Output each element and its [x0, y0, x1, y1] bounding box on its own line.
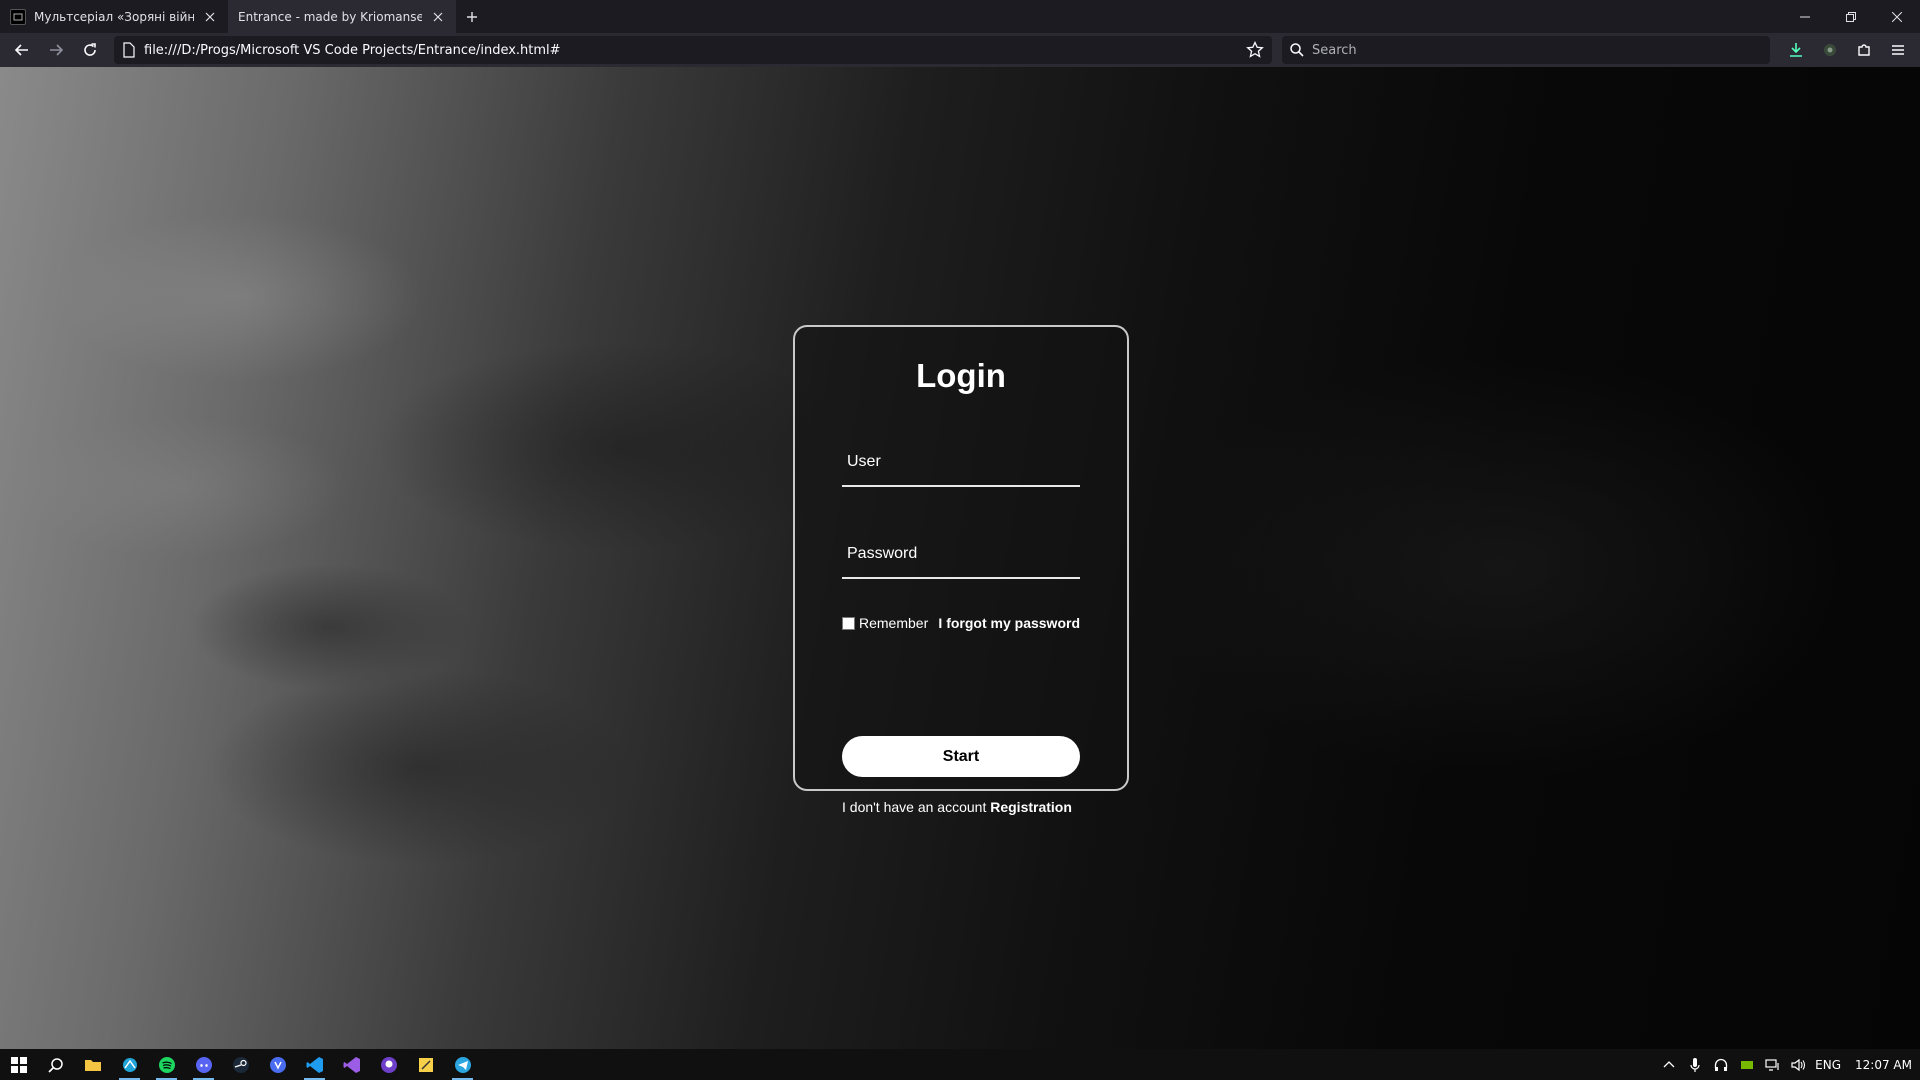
- film-icon: [10, 8, 26, 25]
- browser-icon[interactable]: [111, 1049, 148, 1080]
- language-indicator[interactable]: ENG: [1815, 1058, 1841, 1072]
- page-background: Login User Password Remember I forgot my…: [0, 67, 1920, 1049]
- visual-studio-icon[interactable]: [333, 1049, 370, 1080]
- remember-row: Remember I forgot my password: [842, 613, 1080, 633]
- download-icon: [1790, 43, 1802, 57]
- login-form: Login User Password Remember I forgot my…: [793, 325, 1129, 815]
- chevron-up-icon[interactable]: [1659, 1049, 1679, 1080]
- search-icon[interactable]: [37, 1049, 74, 1080]
- downloads-button[interactable]: [1780, 35, 1812, 65]
- microphone-icon[interactable]: [1685, 1049, 1705, 1080]
- user-field[interactable]: User: [842, 439, 1080, 487]
- close-icon: [1892, 11, 1902, 22]
- github-icon[interactable]: [370, 1049, 407, 1080]
- tab-title: Мультсеріал «Зоряні війни: В: [34, 9, 194, 24]
- tab-title: Entrance - made by Kriomanser2000: [238, 9, 422, 24]
- remember-checkbox[interactable]: [842, 617, 855, 630]
- page-icon: [123, 42, 135, 58]
- clock[interactable]: 12:07 AM: [1855, 1058, 1912, 1072]
- tab-strip: Мультсеріал «Зоряні війни: В Entrance - …: [0, 0, 1920, 33]
- arrow-right-icon: [50, 44, 64, 56]
- windows-start-icon[interactable]: [0, 1049, 37, 1080]
- reload-icon: [84, 43, 96, 56]
- reload-button[interactable]: [74, 35, 106, 65]
- menu-button[interactable]: [1882, 35, 1914, 65]
- user-input[interactable]: [842, 439, 1080, 485]
- tab-star-wars[interactable]: Мультсеріал «Зоряні війни: В: [0, 0, 228, 33]
- taskbar: ENG 12:07 AM: [0, 1049, 1920, 1080]
- login-title: Login: [916, 357, 1006, 394]
- account-button[interactable]: [1814, 35, 1846, 65]
- network-icon[interactable]: [1763, 1049, 1783, 1080]
- extensions-button[interactable]: [1848, 35, 1880, 65]
- restore-button[interactable]: [1828, 0, 1874, 33]
- puzzle-icon: [1858, 44, 1870, 56]
- arrow-left-icon: [14, 44, 28, 56]
- password-input[interactable]: [842, 531, 1080, 577]
- url-bar[interactable]: file:///D:/Progs/Microsoft VS Code Proje…: [114, 36, 1272, 64]
- tab-entrance[interactable]: Entrance - made by Kriomanser2000: [228, 0, 456, 33]
- discord-icon[interactable]: [185, 1049, 222, 1080]
- close-icon[interactable]: [202, 9, 218, 25]
- close-window-button[interactable]: [1874, 0, 1920, 33]
- search-bar[interactable]: Search: [1282, 36, 1770, 64]
- registration-row: I don't have an account Registration: [842, 799, 1080, 815]
- back-button[interactable]: [6, 35, 38, 65]
- spotify-icon[interactable]: [148, 1049, 185, 1080]
- navigation-bar: file:///D:/Progs/Microsoft VS Code Proje…: [0, 33, 1920, 67]
- nvidia-icon[interactable]: [1737, 1049, 1757, 1080]
- forward-button[interactable]: [40, 35, 72, 65]
- restore-icon: [1846, 11, 1856, 22]
- volume-icon[interactable]: [1789, 1049, 1809, 1080]
- search-icon: [1290, 43, 1304, 57]
- minimize-button[interactable]: [1782, 0, 1828, 33]
- hamburger-menu-icon: [1892, 45, 1904, 55]
- close-icon[interactable]: [430, 9, 446, 25]
- toolbar-icons: [1780, 35, 1914, 65]
- steam-icon[interactable]: [222, 1049, 259, 1080]
- window-controls: [1782, 0, 1920, 33]
- sticky-notes-icon[interactable]: [407, 1049, 444, 1080]
- start-button[interactable]: Start: [842, 736, 1080, 777]
- plus-icon: [467, 11, 477, 22]
- vscode-icon[interactable]: [296, 1049, 333, 1080]
- viber-icon[interactable]: [259, 1049, 296, 1080]
- system-tray: ENG 12:07 AM: [1659, 1049, 1920, 1080]
- password-field[interactable]: Password: [842, 531, 1080, 579]
- search-placeholder: Search: [1312, 42, 1357, 58]
- telegram-icon[interactable]: [444, 1049, 481, 1080]
- remember-label: Remember: [859, 615, 929, 631]
- minimize-icon: [1800, 16, 1810, 17]
- new-tab-button[interactable]: [456, 0, 488, 33]
- headphones-icon[interactable]: [1711, 1049, 1731, 1080]
- file-explorer-icon[interactable]: [74, 1049, 111, 1080]
- avatar-icon: [1824, 44, 1836, 56]
- registration-link[interactable]: Registration: [990, 799, 1072, 815]
- bookmark-star-icon[interactable]: [1246, 41, 1264, 59]
- url-text[interactable]: file:///D:/Progs/Microsoft VS Code Proje…: [144, 43, 1238, 58]
- no-account-text: I don't have an account: [842, 799, 987, 815]
- forgot-password-link[interactable]: I forgot my password: [938, 615, 1080, 631]
